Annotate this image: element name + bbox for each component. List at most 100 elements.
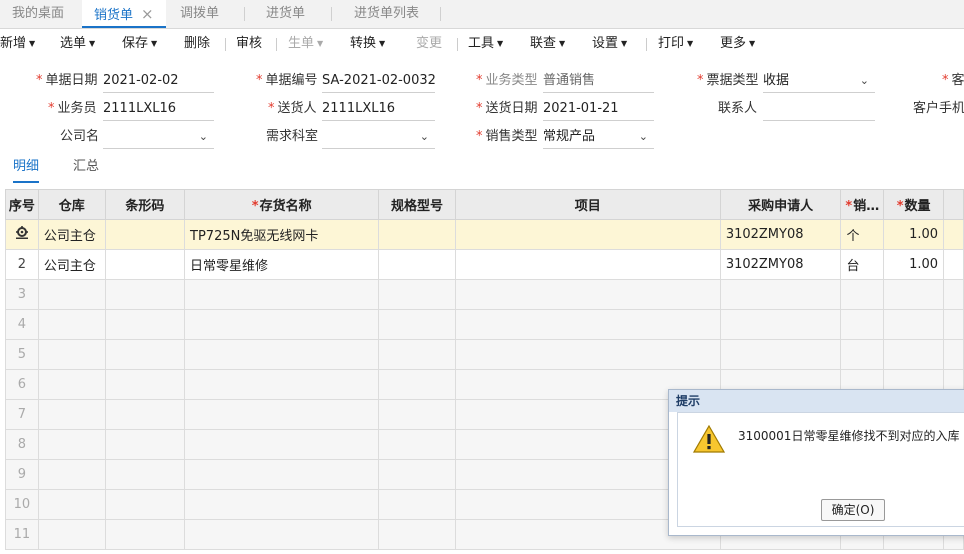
company-select[interactable]: ⌄ (103, 126, 214, 149)
tab-my-desktop[interactable]: 我的桌面 (12, 0, 64, 28)
table-row[interactable]: 2 公司主仓 日常零星维修 3102ZMY08 台 1.00 (5, 249, 964, 280)
cell-seq: 6 (5, 369, 39, 400)
cell-qty[interactable]: 1.00 (883, 249, 945, 280)
cell-warehouse[interactable]: 公司主仓 (37, 219, 106, 250)
generate-button[interactable]: 生单 ▼ (288, 29, 323, 59)
cell-purchaser[interactable]: 3102ZMY08 (719, 219, 842, 250)
dept-select[interactable]: ⌄ (322, 126, 435, 149)
biz-type-label-text: 业务类型 (485, 73, 538, 88)
cell-seq: 4 (5, 309, 39, 340)
chevron-down-icon: ▼ (497, 39, 504, 48)
audit-button[interactable]: 审核 (236, 29, 262, 59)
settings-button[interactable]: 设置 ▼ (592, 29, 627, 59)
table-row[interactable]: 公司主仓 TP725N免驱无线网卡 3102ZMY08 个 1.00 (5, 219, 964, 250)
query-button[interactable]: 联查 ▼ (530, 29, 565, 59)
toolbar-separator (457, 38, 458, 51)
tools-button-label: 工具 (468, 36, 495, 51)
cell-unit[interactable]: 台 (840, 249, 885, 280)
cell-project[interactable] (454, 219, 721, 250)
dept-label: 需求科室 (266, 129, 319, 144)
invoice-type-select[interactable]: 收据 ⌄ (763, 70, 875, 93)
cell-warehouse[interactable]: 公司主仓 (37, 249, 106, 280)
toolbar-separator (225, 38, 226, 51)
doc-no-field[interactable]: SA-2021-02-0032 (322, 70, 435, 93)
invoice-type-value: 收据 (763, 73, 790, 88)
save-button[interactable]: 保存 ▼ (122, 29, 157, 59)
col-header-item-name-text: 存货名称 (259, 199, 312, 214)
table-row[interactable]: 3 (5, 279, 964, 310)
tab-sales-order-label: 销货单 (94, 8, 134, 23)
convert-button[interactable]: 转换 ▼ (350, 29, 385, 59)
customer-label: * 客 (942, 70, 964, 92)
required-mark: * (476, 129, 483, 144)
required-mark: * (942, 73, 949, 88)
tools-button[interactable]: 工具 ▼ (468, 29, 503, 59)
required-mark: * (697, 73, 704, 88)
tab-detail[interactable]: 明细 (13, 155, 39, 183)
salesman-label: * 业务员 (48, 98, 97, 120)
col-header-item-name: *存货名称 (184, 189, 380, 220)
cell-extra[interactable] (943, 249, 964, 280)
tab-purchase-order[interactable]: 进货单 (266, 0, 305, 28)
col-header-spec: 规格型号 (378, 189, 456, 220)
tab-purchase-order-list[interactable]: 进货单列表 (354, 0, 419, 28)
biz-type-field[interactable]: 普通销售 (543, 70, 654, 93)
col-header-project: 项目 (454, 189, 721, 220)
cell-spec[interactable] (378, 249, 456, 280)
table-row[interactable]: 5 (5, 339, 964, 370)
sales-type-select[interactable]: 常规产品 ⌄ (543, 126, 654, 149)
contact-field[interactable] (763, 98, 875, 121)
cell-seq: 8 (5, 429, 39, 460)
settings-button-label: 设置 (592, 36, 619, 51)
more-button[interactable]: 更多 ▼ (720, 29, 755, 59)
select-button[interactable]: 选单 ▼ (60, 29, 95, 59)
cell-unit[interactable]: 个 (840, 219, 885, 250)
cell-barcode[interactable] (104, 249, 186, 280)
col-header-unit-text: 销… (853, 199, 880, 214)
doc-no-label-text: 单据编号 (265, 73, 318, 88)
cell-extra[interactable] (943, 219, 964, 250)
grid-header-row: 序号 仓库 条形码 *存货名称 规格型号 项目 采购申请人 *销… *数量 (5, 189, 964, 220)
salesman-label-text: 业务员 (57, 101, 97, 116)
tab-sales-order[interactable]: 销货单 × (82, 0, 166, 28)
col-header-qty-text: 数量 (904, 199, 931, 214)
query-button-label: 联查 (530, 36, 557, 51)
table-row[interactable]: 4 (5, 309, 964, 340)
chevron-down-icon: ⌄ (198, 130, 208, 143)
row-settings-cell[interactable] (5, 219, 39, 250)
cell-item-name[interactable]: 日常零星维修 (184, 249, 380, 280)
new-button[interactable]: 新增 ▼ (0, 29, 35, 59)
cell-item-name[interactable]: TP725N免驱无线网卡 (184, 219, 380, 250)
cell-purchaser[interactable]: 3102ZMY08 (719, 249, 842, 280)
convert-button-label: 转换 (350, 36, 377, 51)
toolbar: 新增 ▼ 选单 ▼ 保存 ▼ 删除 审核 生单 ▼ 转换 ▼ 变更 工具 ▼ 联查 ▼ 设置 ▼… (0, 29, 964, 59)
gear-icon[interactable] (15, 225, 29, 240)
doc-date-label: * 单据日期 (36, 70, 98, 92)
cell-seq: 2 (5, 249, 39, 280)
delete-button[interactable]: 删除 (184, 29, 210, 59)
ok-button[interactable]: 确定(O) (821, 499, 885, 521)
chevron-down-icon: ▼ (151, 39, 158, 48)
delivery-date-field[interactable]: 2021-01-21 (543, 98, 654, 121)
col-header-purchaser: 采购申请人 (719, 189, 842, 220)
close-icon[interactable]: × (141, 5, 154, 23)
deliverer-field[interactable]: 2111LXL16 (322, 98, 435, 121)
cell-seq: 7 (5, 399, 39, 430)
cell-barcode[interactable] (104, 219, 186, 250)
required-mark: * (896, 199, 904, 214)
print-button[interactable]: 打印 ▼ (658, 29, 693, 59)
cell-spec[interactable] (378, 219, 456, 250)
change-button[interactable]: 变更 (416, 29, 442, 59)
sales-type-value: 常规产品 (543, 129, 596, 144)
doc-date-field[interactable]: 2021-02-02 (103, 70, 214, 93)
sales-type-label-text: 销售类型 (485, 129, 538, 144)
contact-label: 联系人 (718, 101, 758, 116)
tab-summary[interactable]: 汇总 (73, 155, 99, 181)
cell-qty[interactable]: 1.00 (883, 219, 945, 250)
required-mark: * (256, 73, 263, 88)
tab-transfer-order[interactable]: 调拨单 (180, 0, 219, 28)
cell-project[interactable] (454, 249, 721, 280)
salesman-field[interactable]: 2111LXL16 (103, 98, 214, 121)
print-button-label: 打印 (658, 36, 685, 51)
chevron-down-icon: ▼ (749, 39, 756, 48)
